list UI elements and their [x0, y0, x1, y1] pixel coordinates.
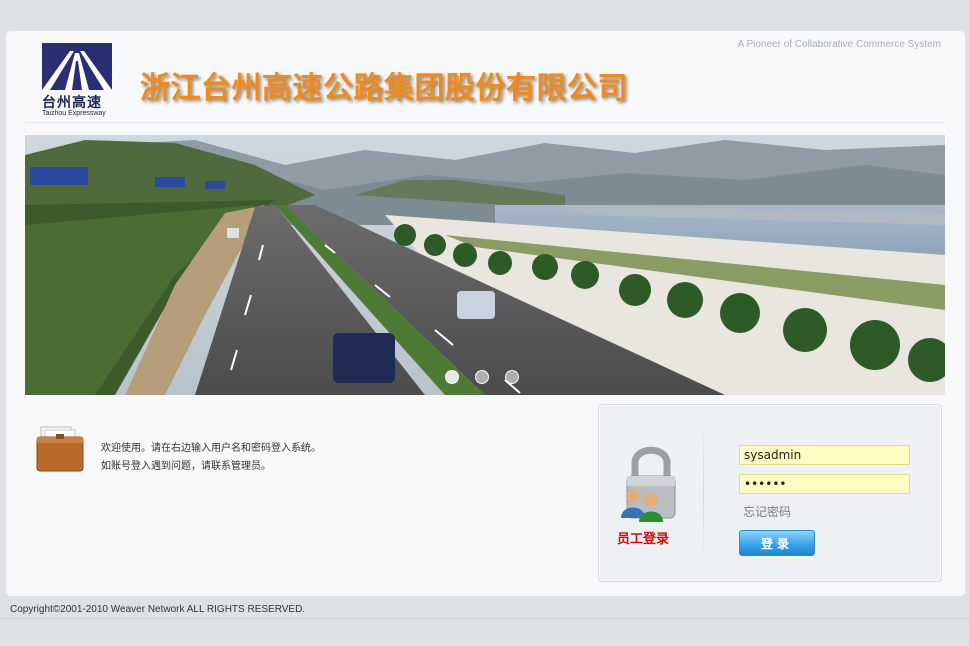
- welcome-message: 欢迎使用。请在右边输入用户名和密码登入系统。 如账号登入遇到问题，请联系管理员。: [101, 440, 321, 476]
- company-title: 浙江台州高速公路集团股份有限公司: [140, 71, 628, 106]
- banner-dot-2[interactable]: [475, 370, 489, 384]
- password-input[interactable]: [739, 474, 910, 494]
- welcome-line-1: 欢迎使用。请在右边输入用户名和密码登入系统。: [101, 443, 321, 454]
- logo-name: 台州高速: [42, 95, 102, 111]
- username-input[interactable]: [739, 445, 910, 465]
- copyright-text: Copyright©2001-2010 Weaver Network ALL R…: [10, 604, 306, 615]
- briefcase-icon: [36, 426, 84, 472]
- banner-pagination: [445, 370, 519, 384]
- logo-subtitle: Taizhou Expressway: [42, 110, 106, 117]
- header-divider: [25, 122, 945, 123]
- banner-dot-1[interactable]: [445, 370, 459, 384]
- padlock-users-icon: [621, 446, 676, 522]
- login-button[interactable]: 登录: [739, 530, 815, 556]
- banner-dot-3[interactable]: [505, 370, 519, 384]
- highway-banner-image: [25, 135, 945, 395]
- forgot-password-link[interactable]: 忘记密码: [743, 503, 791, 520]
- highway-scene-illustration: [25, 135, 945, 395]
- footer-divider: [0, 618, 969, 619]
- slogan-text: A Pioneer of Collaborative Commerce Syst…: [737, 39, 941, 50]
- welcome-line-2: 如账号登入遇到问题，请联系管理员。: [101, 461, 271, 472]
- staff-login-title: 员工登录: [617, 532, 670, 547]
